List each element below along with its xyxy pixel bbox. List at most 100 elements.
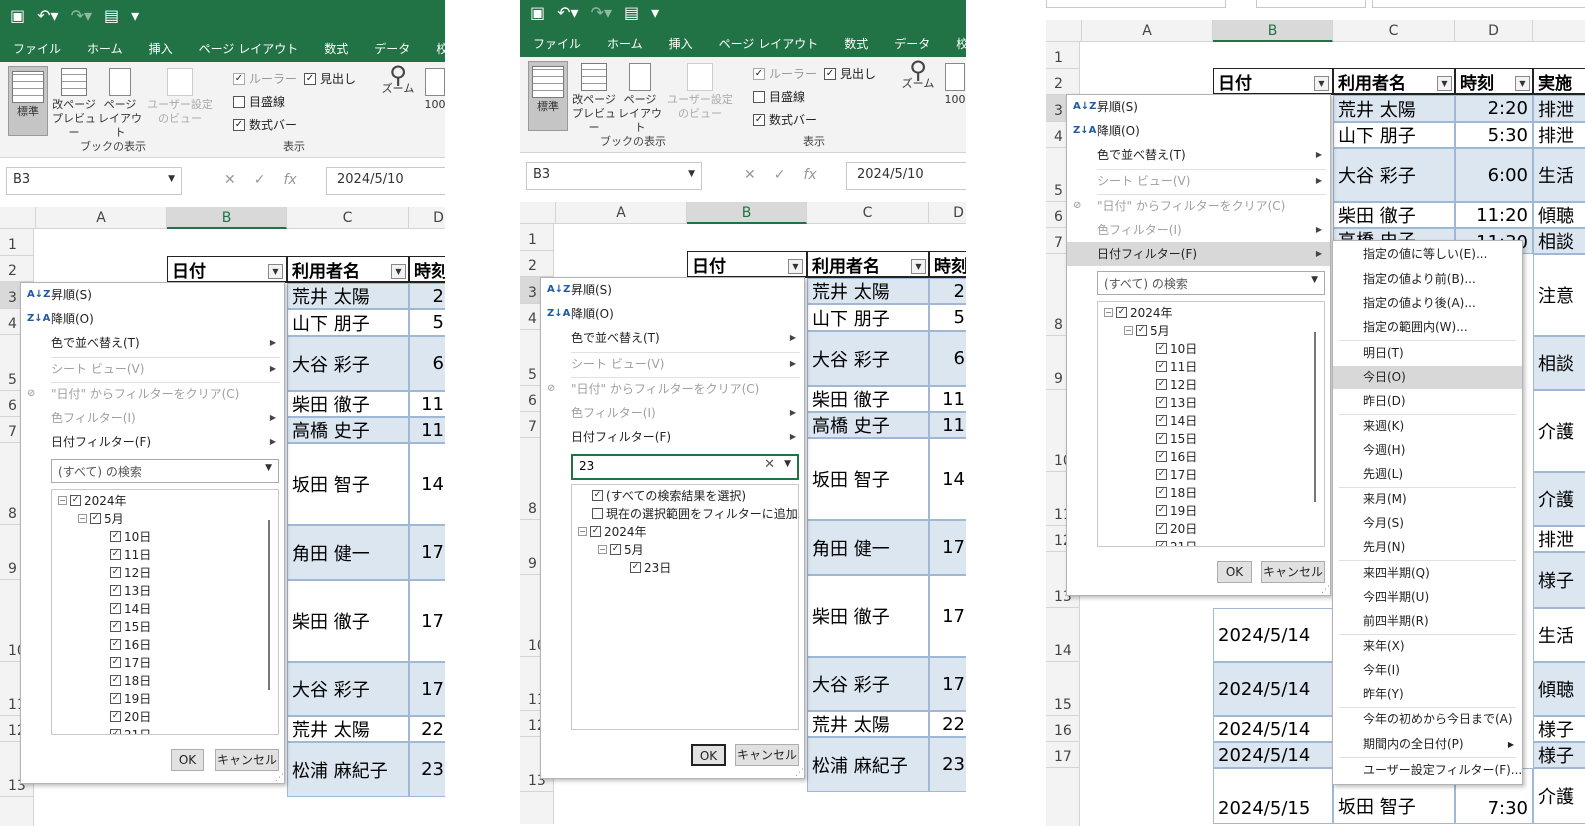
table-cell-impl[interactable]: 様子 bbox=[1533, 716, 1585, 742]
table-cell-date[interactable]: 2024/5/14 bbox=[1213, 608, 1333, 662]
cancel-button[interactable]: キャンセル bbox=[1261, 561, 1325, 583]
form-icon[interactable]: ▤ bbox=[104, 6, 119, 25]
tab-data[interactable]: データ bbox=[361, 38, 423, 62]
column-header-b[interactable]: B bbox=[1213, 20, 1333, 42]
filter-dropdown-date[interactable]: ▼ bbox=[1314, 76, 1329, 91]
table-cell-impl[interactable]: 介護 bbox=[1533, 390, 1585, 472]
submenu-next-year[interactable]: 来年(X) bbox=[1333, 635, 1522, 658]
fx-icon[interactable]: fx bbox=[803, 167, 816, 183]
table-cell-user[interactable]: 角田 健一 bbox=[807, 520, 929, 575]
tree-node-year[interactable]: − ✓ 2024年 bbox=[578, 523, 647, 540]
tree-node-day[interactable]: ✓ 21日 bbox=[1156, 538, 1197, 546]
tree-node-day[interactable]: ✓ 16日 bbox=[110, 636, 151, 653]
tree-scrollbar[interactable] bbox=[1314, 332, 1316, 502]
table-cell-user[interactable]: 柴田 徹子 bbox=[1333, 202, 1455, 228]
row-header[interactable]: 15 bbox=[1046, 662, 1080, 716]
zoom-100-button[interactable]: 100 bbox=[420, 68, 445, 112]
filter-dropdown-user[interactable]: ▼ bbox=[1437, 76, 1452, 91]
collapse-icon[interactable]: − bbox=[1124, 326, 1133, 335]
sort-descending-item[interactable]: Z↓A 降順(O) bbox=[1067, 119, 1330, 143]
table-cell-user[interactable]: 柴田 徹子 bbox=[807, 386, 929, 412]
select-all-corner[interactable] bbox=[0, 207, 36, 229]
gridlines-checkbox[interactable]: 目盛線 bbox=[753, 88, 805, 105]
table-cell-user[interactable]: 柴田 徹子 bbox=[807, 575, 929, 657]
row-header[interactable]: 14 bbox=[1046, 608, 1080, 662]
tab-data[interactable]: データ bbox=[881, 33, 943, 57]
table-cell-impl[interactable]: 相談 bbox=[1533, 228, 1585, 254]
zoom-button[interactable]: ⚲ ズーム bbox=[900, 58, 936, 91]
submenu-this-quarter[interactable]: 今四半期(U) bbox=[1333, 586, 1522, 609]
date-filter-item[interactable]: 日付フィルター(F) ▶ bbox=[541, 425, 804, 449]
tree-node-day[interactable]: ✓ 20日 bbox=[110, 708, 151, 725]
form-icon[interactable]: ▤ bbox=[624, 3, 639, 22]
submenu-this-year[interactable]: 今年(I) bbox=[1333, 659, 1522, 682]
enter-icon[interactable]: ✓ bbox=[774, 167, 786, 183]
formula-bar-extension[interactable] bbox=[1372, 0, 1585, 8]
zoom-100-button[interactable]: 100 bbox=[940, 63, 966, 107]
table-cell-date[interactable]: 2024/5/14 bbox=[1213, 742, 1333, 768]
filter-dropdown-time[interactable]: ▼ bbox=[1515, 76, 1530, 91]
table-cell-user[interactable]: 松浦 麻紀子 bbox=[287, 742, 409, 797]
tree-node-day[interactable]: ✓ 18日 bbox=[110, 672, 151, 689]
resize-grip-icon[interactable]: ⋰ bbox=[1321, 585, 1330, 595]
column-header-a[interactable]: A bbox=[556, 202, 687, 224]
sort-by-color-item[interactable]: 色で並べ替え(T) ▶ bbox=[541, 326, 804, 350]
headings-checkbox[interactable]: ✓ 見出し bbox=[304, 70, 356, 87]
table-cell-impl[interactable]: 傾聴 bbox=[1533, 202, 1585, 228]
column-header-e[interactable] bbox=[1533, 20, 1585, 42]
column-header-d[interactable]: D bbox=[409, 207, 445, 229]
formula-bar[interactable] bbox=[1256, 0, 1366, 8]
filter-search-input[interactable]: (すべて) の検索 ▼ bbox=[1097, 271, 1325, 295]
tab-review[interactable]: 校閲 bbox=[943, 33, 966, 57]
column-header-a[interactable]: A bbox=[1082, 20, 1213, 42]
page-layout-button[interactable]: ページ レイアウト bbox=[618, 63, 662, 135]
table-cell-user[interactable]: 山下 朋子 bbox=[287, 309, 409, 336]
row-header[interactable]: 1 bbox=[520, 224, 554, 251]
tab-review[interactable]: 校閲 bbox=[423, 38, 445, 62]
table-cell-user[interactable]: 大谷 彩子 bbox=[287, 336, 409, 391]
table-cell-user[interactable]: 角田 健一 bbox=[287, 525, 409, 580]
collapse-icon[interactable]: − bbox=[58, 496, 67, 505]
collapse-icon[interactable]: − bbox=[78, 514, 87, 523]
submenu-tomorrow[interactable]: 明日(T) bbox=[1333, 342, 1522, 365]
table-cell-impl[interactable]: 様子 bbox=[1533, 552, 1585, 608]
undo-icon[interactable]: ↶▾ bbox=[37, 6, 58, 25]
table-cell-time[interactable]: 2 bbox=[929, 278, 966, 304]
submenu-all-dates-in-period[interactable]: 期間内の全日付(P) ▶ bbox=[1333, 733, 1522, 756]
tree-node-day[interactable]: ✓ 19日 bbox=[1156, 502, 1197, 519]
submenu-next-week[interactable]: 来週(K) bbox=[1333, 415, 1522, 438]
table-cell-impl[interactable]: 排泄 bbox=[1533, 526, 1585, 552]
column-header-b[interactable]: B bbox=[167, 207, 287, 229]
submenu-this-week[interactable]: 今週(H) bbox=[1333, 439, 1522, 462]
table-cell-time[interactable]: 17 bbox=[409, 525, 445, 580]
submenu-last-year[interactable]: 昨年(Y) bbox=[1333, 683, 1522, 706]
zoom-button[interactable]: ⚲ ズーム bbox=[380, 63, 416, 96]
submenu-equals[interactable]: 指定の値に等しい(E)... bbox=[1333, 243, 1522, 266]
table-cell-user[interactable]: 高橋 史子 bbox=[287, 417, 409, 443]
submenu-between[interactable]: 指定の範囲内(W)... bbox=[1333, 316, 1522, 339]
cancel-icon[interactable]: ✕ bbox=[744, 167, 756, 183]
redo-icon[interactable]: ↷▾ bbox=[591, 3, 612, 22]
submenu-yesterday[interactable]: 昨日(D) bbox=[1333, 390, 1522, 413]
filter-dropdown-user[interactable]: ▼ bbox=[911, 259, 926, 274]
sort-ascending-item[interactable]: A↓Z 昇順(S) bbox=[541, 278, 804, 302]
table-cell-user[interactable]: 荒井 太陽 bbox=[287, 283, 409, 309]
tab-insert[interactable]: 挿入 bbox=[656, 33, 706, 57]
table-cell-user[interactable]: 荒井 太陽 bbox=[287, 716, 409, 742]
cancel-button[interactable]: キャンセル bbox=[215, 749, 279, 771]
fx-icon[interactable]: fx bbox=[283, 172, 296, 188]
table-cell-time[interactable]: 11 bbox=[929, 412, 966, 438]
tree-node-day[interactable]: ✓ 15日 bbox=[110, 618, 151, 635]
table-cell-impl[interactable]: 注意 bbox=[1533, 254, 1585, 336]
tree-node-day[interactable]: ✓ 23日 bbox=[630, 559, 671, 576]
table-cell-time[interactable]: 17 bbox=[929, 575, 966, 657]
undo-icon[interactable]: ↶▾ bbox=[557, 3, 578, 22]
row-header[interactable]: 2 bbox=[0, 256, 34, 282]
table-cell-time[interactable]: 17 bbox=[929, 520, 966, 575]
headings-checkbox[interactable]: ✓ 見出し bbox=[824, 65, 876, 82]
date-filter-item[interactable]: 日付フィルター(F) ▶ bbox=[1067, 242, 1330, 266]
ruler-checkbox[interactable]: ✓ ルーラー bbox=[233, 70, 297, 87]
tree-node-day[interactable]: ✓ 13日 bbox=[110, 582, 151, 599]
table-cell-time[interactable]: 2 bbox=[409, 283, 445, 309]
ok-button[interactable]: OK bbox=[171, 749, 204, 771]
